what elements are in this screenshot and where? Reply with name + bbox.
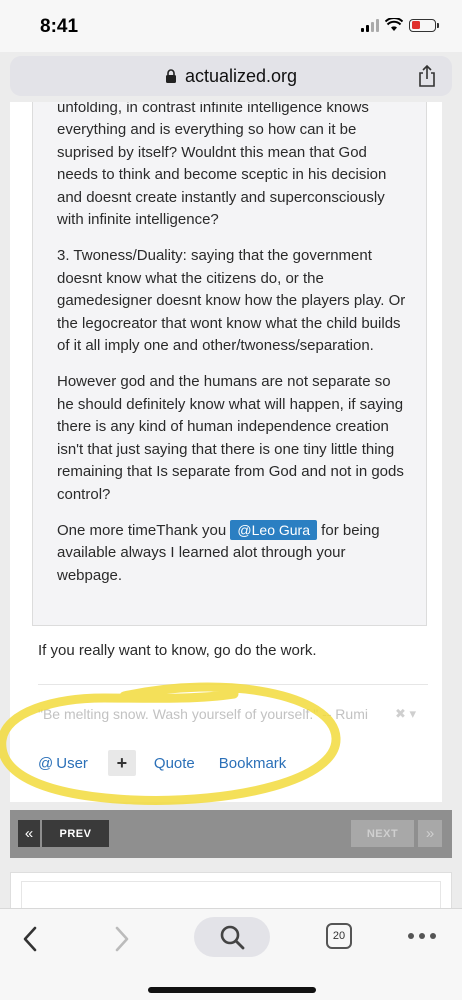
multiquote-button[interactable]: + xyxy=(107,750,136,776)
quote-paragraph: However god and the humans are not separ… xyxy=(57,373,404,503)
url-text: actualized.org xyxy=(184,65,298,86)
bookmark-button[interactable]: Bookmark xyxy=(219,755,287,772)
wifi-icon xyxy=(385,18,403,31)
post-card: unfolding, in contrast infinite intellig… xyxy=(10,102,442,802)
mention-user-button[interactable]: @ User xyxy=(38,755,88,772)
pagination-bar: « PREV NEXT » xyxy=(10,810,452,858)
address-bar[interactable]: actualized.org xyxy=(10,56,452,96)
status-icons xyxy=(361,18,439,32)
reply-box xyxy=(10,872,452,908)
home-indicator[interactable] xyxy=(148,987,316,993)
at-icon: @ xyxy=(38,754,54,772)
quote-paragraph: unfolding, in contrast infinite intellig… xyxy=(57,102,387,229)
signature-divider xyxy=(38,684,428,685)
page-content: unfolding, in contrast infinite intellig… xyxy=(0,102,462,908)
signature-toggle[interactable]: ✖ ▾ xyxy=(395,706,416,722)
more-icon[interactable] xyxy=(408,933,436,939)
next-page-button[interactable]: NEXT xyxy=(351,820,414,847)
thanks-text-start: One more timeThank you xyxy=(57,521,231,539)
first-page-button[interactable]: « xyxy=(18,820,40,847)
browser-toolbar: 20 xyxy=(0,908,462,1000)
status-bar: 8:41 xyxy=(0,0,462,52)
status-time: 8:41 xyxy=(40,16,79,37)
reply-box-inner xyxy=(21,881,441,908)
signal-icon xyxy=(361,18,379,32)
search-button[interactable] xyxy=(194,917,270,957)
mention-user-label: User xyxy=(56,754,88,772)
user-mention[interactable]: @Leo Gura xyxy=(230,519,318,540)
quote-button[interactable]: Quote xyxy=(154,755,195,772)
battery-icon xyxy=(409,18,439,32)
quote-thanks: One more timeThank you @Leo Gura for bei… xyxy=(57,519,408,587)
quote-paragraph: 3. Twoness/Duality: saying that the gove… xyxy=(57,247,406,355)
post-answer: If you really want to know, go do the wo… xyxy=(38,642,317,659)
share-icon[interactable] xyxy=(416,64,438,88)
lock-icon xyxy=(165,68,176,83)
post-actions: @ User + Quote Bookmark xyxy=(38,750,286,776)
search-icon xyxy=(220,925,245,950)
tabs-button[interactable]: 20 xyxy=(326,923,352,949)
back-icon[interactable] xyxy=(20,925,42,953)
signature: "Be melting snow. Wash yourself of yours… xyxy=(38,706,368,722)
prev-page-button[interactable]: PREV xyxy=(42,820,109,847)
quote-block: unfolding, in contrast infinite intellig… xyxy=(32,102,427,626)
forward-icon[interactable] xyxy=(110,925,132,953)
last-page-button[interactable]: » xyxy=(418,820,442,847)
